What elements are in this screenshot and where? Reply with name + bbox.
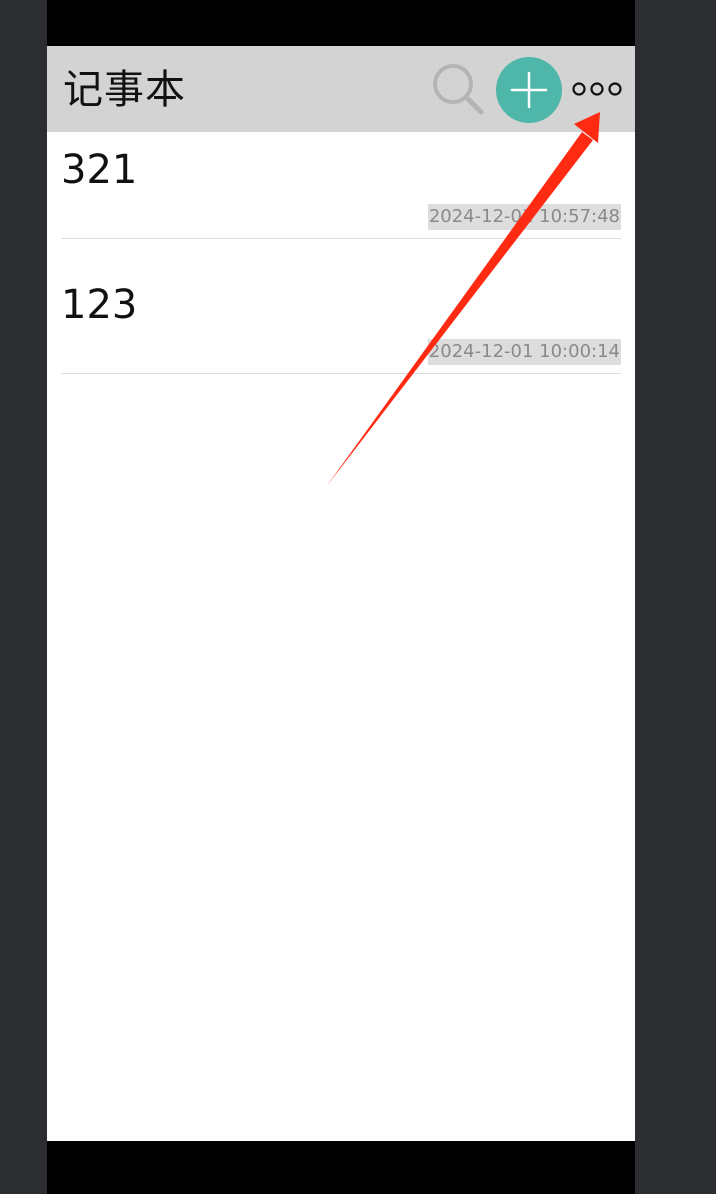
app-title: 记事本 bbox=[63, 67, 186, 113]
search-button[interactable] bbox=[429, 60, 487, 118]
add-note-button[interactable] bbox=[496, 57, 562, 123]
note-timestamp: 2024-12-01 10:57:48 bbox=[427, 204, 621, 230]
status-bar bbox=[47, 0, 635, 46]
note-title: 321 bbox=[61, 147, 138, 193]
plus-icon bbox=[510, 71, 548, 109]
note-list: 321 2024-12-01 10:57:48 123 2024-12-01 1… bbox=[47, 132, 635, 1141]
note-item[interactable]: 321 2024-12-01 10:57:48 bbox=[61, 132, 621, 239]
more-options-icon bbox=[572, 82, 622, 96]
app-bar: 记事本 bbox=[47, 46, 635, 132]
navigation-bar bbox=[47, 1141, 635, 1194]
note-item[interactable]: 123 2024-12-01 10:00:14 bbox=[61, 267, 621, 374]
search-icon bbox=[433, 64, 484, 115]
more-options-button[interactable] bbox=[569, 74, 629, 104]
note-title: 123 bbox=[61, 282, 138, 328]
note-timestamp: 2024-12-01 10:00:14 bbox=[427, 339, 621, 365]
phone-screen: 记事本 321 2024-12-01 10:57:48 123 2024-12-… bbox=[47, 0, 635, 1194]
